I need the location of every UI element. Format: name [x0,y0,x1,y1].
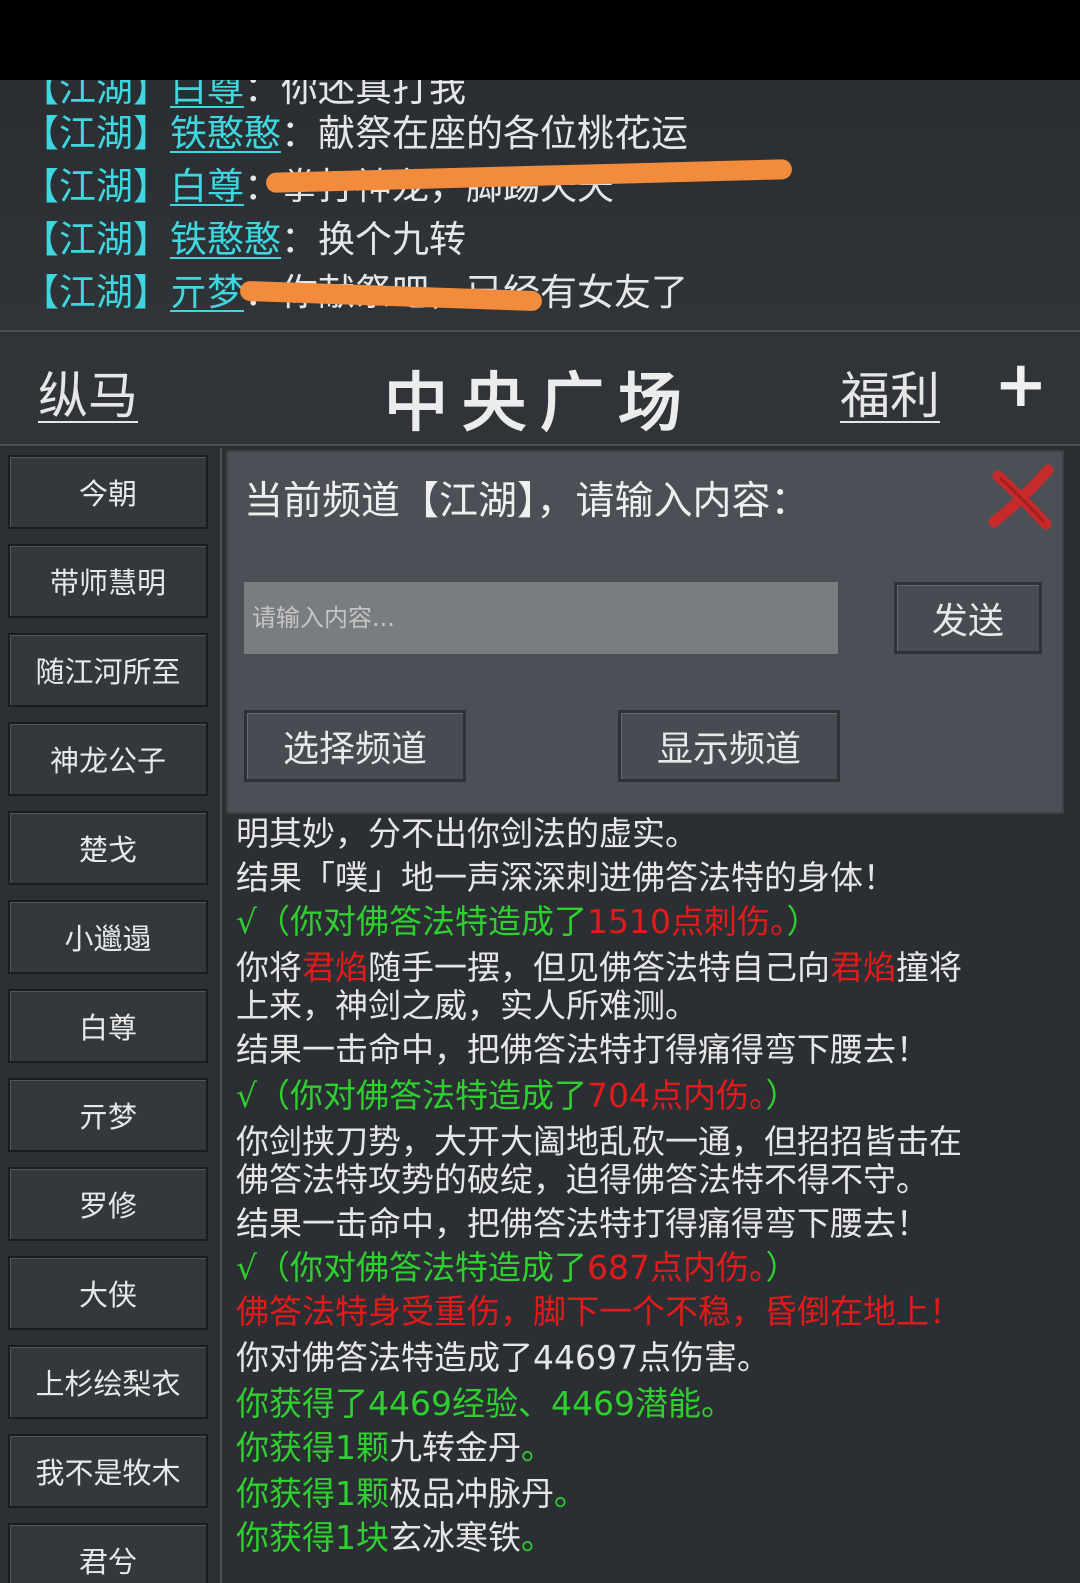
battle-log-line: 结果一击命中，把佛答法特打得痛得弯下腰去！ [236,1028,929,1072]
select-channel-button[interactable]: 选择频道 [244,710,466,782]
status-bar [0,0,1080,80]
player-list: 今朝 带师慧明 随江河所至 神龙公子 楚戈 小邋遢 白尊 亓梦 罗修 大侠 上杉… [0,448,222,1583]
log-segment: 君焰 [302,948,368,987]
log-segment: ） [765,1248,799,1287]
player-button[interactable]: 神龙公子 [8,722,208,796]
chat-line: 【江湖】铁憨憨：献祭在座的各位桃花运 [22,112,688,155]
battle-log-line: 上来，神剑之威，实人所难测。 [236,984,698,1028]
log-segment: 撞将 [896,948,962,987]
player-button[interactable]: 君兮 [8,1523,208,1583]
log-segment: 极品冲脉丹 [389,1474,554,1513]
chat-message: 你还真打我 [281,80,466,110]
battle-log-line: 结果「噗」地一声深深刺进佛答法特的身体！ [236,856,896,900]
log-segment: 结果一击命中，把佛答法特打得痛得弯下腰去！ [236,1030,929,1069]
player-button[interactable]: 亓梦 [8,1078,208,1152]
chat-log: 【江湖】白尊：你还真打我 【江湖】铁憨憨：献祭在座的各位桃花运 【江湖】白尊：拳… [0,80,1080,332]
battle-log-line: 明其妙，分不出你剑法的虚实。 [236,812,698,856]
dialog-title: 当前频道【江湖】，请输入内容： [244,479,810,524]
player-button[interactable]: 楚戈 [8,811,208,885]
battle-log-line: 你获得1块玄冰寒铁。 [236,1516,554,1560]
chat-username[interactable]: 铁憨憨 [170,218,281,261]
log-segment: 君焰 [830,948,896,987]
channel-tag: 【江湖】 [22,80,170,110]
close-icon[interactable] [986,462,1056,532]
log-segment: 九转金丹 [389,1428,521,1467]
chat-message: 换个九转 [318,218,466,261]
send-button[interactable]: 发送 [894,582,1042,654]
message-input[interactable] [244,582,838,654]
chat-username[interactable]: 白尊 [170,165,244,208]
battle-log-line: 你获得1颗极品冲脉丹。 [236,1472,587,1516]
chat-username[interactable]: 亓梦 [170,271,244,314]
log-segment: 上来，神剑之威，实人所难测。 [236,986,698,1025]
log-segment: 随手一摆，但见佛答法特自己向 [368,948,830,987]
battle-log-line: 你对佛答法特造成了44697点伤害。 [236,1336,770,1380]
log-segment: 结果「噗」地一声深深刺进佛答法特的身体！ [236,858,896,897]
log-segment: 你获得了4469经验、4469潜能。 [236,1384,734,1423]
battle-log-line: 你获得1颗九转金丹。 [236,1426,554,1470]
battle-log-line: 结果一击命中，把佛答法特打得痛得弯下腰去！ [236,1202,929,1246]
log-segment: 你剑挟刀势，大开大阖地乱砍一通，但招招皆击在 [236,1122,962,1161]
log-segment: 你对佛答法特造成了44697点伤害。 [236,1338,770,1377]
battle-log-line: √（你对佛答法特造成了687点内伤。） [236,1246,799,1290]
log-segment: 你获得1颗 [236,1474,389,1513]
player-button[interactable]: 白尊 [8,989,208,1063]
plus-icon[interactable]: + [994,348,1048,422]
chat-username[interactable]: 白尊 [170,80,244,110]
log-segment: 佛答法特身受重伤，脚下一个不稳，昏倒在地上！ [236,1292,962,1331]
header-bar: 纵马 中央广场 福利 + [0,334,1080,446]
player-button[interactable]: 小邋遢 [8,900,208,974]
log-segment: 687点内伤。 [587,1248,766,1287]
log-segment: 。 [521,1428,554,1467]
welfare-link[interactable]: 福利 [840,356,940,428]
battle-log-line: 你获得了4469经验、4469潜能。 [236,1382,734,1426]
log-segment: ） [786,902,820,941]
chat-line: 【江湖】铁憨憨：换个九转 [22,218,466,261]
log-segment: 。 [554,1474,587,1513]
show-channel-button[interactable]: 显示频道 [618,710,840,782]
log-segment: √（你对佛答法特造成了 [236,1076,588,1115]
player-button[interactable]: 我不是牧木 [8,1434,208,1508]
battle-log-line: √（你对佛答法特造成了1510点刺伤。） [236,900,820,944]
log-segment: 玄冰寒铁 [389,1518,521,1557]
log-segment: 你获得1块 [236,1518,389,1557]
player-button[interactable]: 今朝 [8,455,208,529]
log-segment: 你获得1颗 [236,1428,389,1467]
chat-input-dialog: 当前频道【江湖】，请输入内容： 发送 选择频道 显示频道 [226,450,1064,814]
player-button[interactable]: 罗修 [8,1167,208,1241]
channel-tag: 【江湖】 [22,112,170,155]
log-segment: √（你对佛答法特造成了 [236,902,588,941]
log-segment: ） [765,1076,799,1115]
log-segment: 结果一击命中，把佛答法特打得痛得弯下腰去！ [236,1204,929,1243]
log-segment: 1510点刺伤。 [587,902,787,941]
battle-log-line: √（你对佛答法特造成了704点内伤。） [236,1074,799,1118]
log-segment: 明其妙，分不出你剑法的虚实。 [236,814,698,853]
log-segment: √（你对佛答法特造成了 [236,1248,588,1287]
player-button[interactable]: 随江河所至 [8,633,208,707]
battle-log-line: 佛答法特身受重伤，脚下一个不稳，昏倒在地上！ [236,1290,962,1334]
log-segment: 704点内伤。 [587,1076,766,1115]
player-button[interactable]: 上杉绘梨衣 [8,1345,208,1419]
player-button[interactable]: 带师慧明 [8,544,208,618]
chat-message: 献祭在座的各位桃花运 [318,112,688,155]
log-segment: 你将 [236,948,302,987]
log-segment: 。 [521,1518,554,1557]
channel-tag: 【江湖】 [22,271,170,314]
log-segment: 佛答法特攻势的破绽，迫得佛答法特不得不守。 [236,1160,929,1199]
battle-log: 明其妙，分不出你剑法的虚实。 结果「噗」地一声深深刺进佛答法特的身体！ √（你对佛答… [236,812,1080,1583]
channel-tag: 【江湖】 [22,218,170,261]
player-button[interactable]: 大侠 [8,1256,208,1330]
chat-username[interactable]: 铁憨憨 [170,112,281,155]
battle-log-line: 佛答法特攻势的破绽，迫得佛答法特不得不守。 [236,1158,929,1202]
channel-tag: 【江湖】 [22,165,170,208]
